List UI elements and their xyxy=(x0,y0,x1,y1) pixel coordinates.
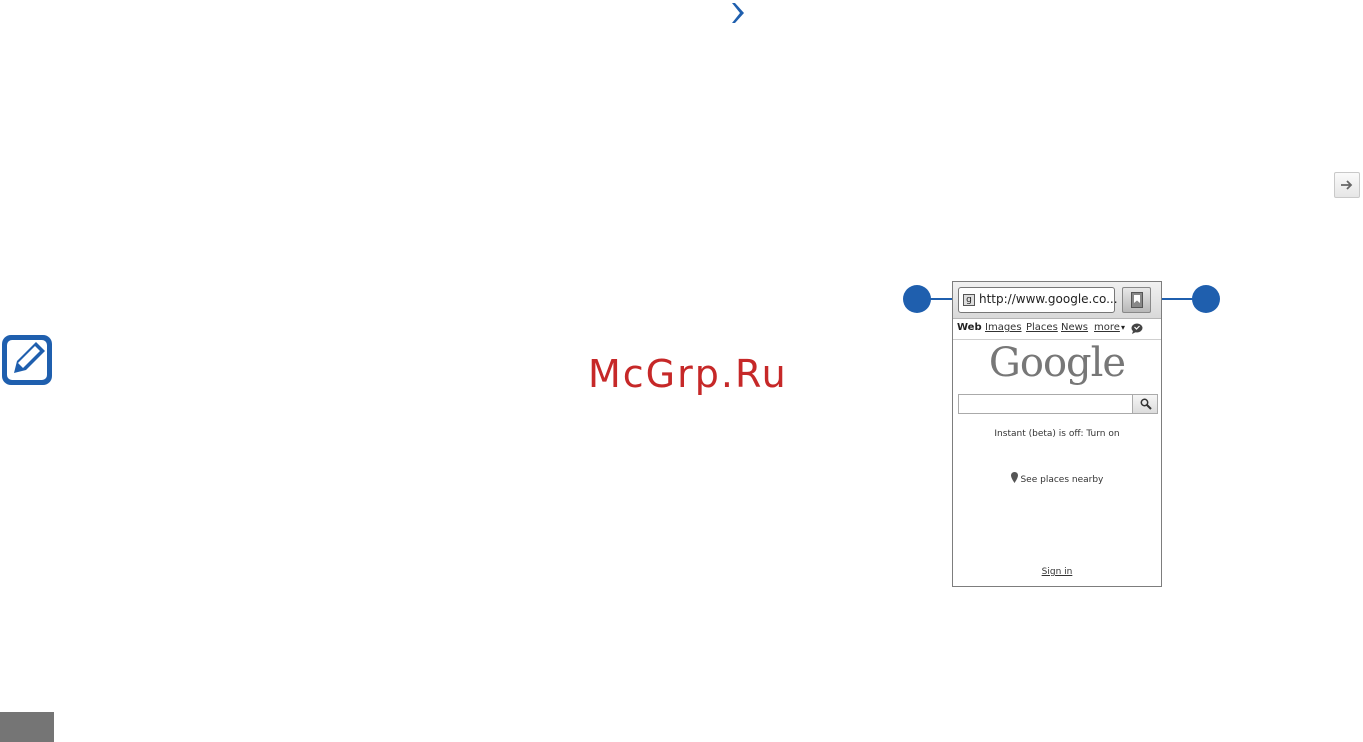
places-nearby-link[interactable]: See places nearby xyxy=(953,472,1161,485)
callout-1-marker xyxy=(903,285,931,313)
chat-bubble-icon[interactable] xyxy=(1131,323,1143,334)
google-nav-bar: Web Images Places News more ▾ xyxy=(957,322,1161,338)
bookmark-icon xyxy=(1131,292,1143,308)
search-button[interactable] xyxy=(1132,394,1158,414)
sign-in-link[interactable]: Sign in xyxy=(953,567,1161,577)
google-logo: Google xyxy=(988,340,1126,386)
address-bar: g http://www.google.co... xyxy=(953,282,1161,319)
page-number-tab xyxy=(0,712,54,742)
map-pin-icon xyxy=(1010,472,1018,483)
chevron-right-icon xyxy=(732,3,744,23)
url-field[interactable]: g http://www.google.co... xyxy=(958,287,1118,313)
note-pencil-icon xyxy=(2,335,52,385)
bookmarks-button[interactable] xyxy=(1122,287,1151,313)
callout-2-marker xyxy=(1192,285,1220,313)
search-input[interactable] xyxy=(958,394,1133,414)
nav-more[interactable]: more xyxy=(1094,322,1120,333)
search-icon xyxy=(1140,398,1152,410)
nav-images[interactable]: Images xyxy=(985,322,1022,333)
url-text: http://www.google.co... xyxy=(979,292,1118,306)
nav-news[interactable]: News xyxy=(1061,322,1088,333)
next-arrow-button xyxy=(1334,172,1360,198)
browser-screen: g http://www.google.co... Web Images Pla… xyxy=(952,281,1162,587)
more-dropdown-icon: ▾ xyxy=(1121,323,1126,332)
arrow-right-icon xyxy=(1341,180,1353,190)
places-nearby-label: See places nearby xyxy=(1020,475,1104,485)
favicon-icon: g xyxy=(963,294,975,306)
watermark: McGrp.Ru xyxy=(588,352,788,396)
nav-places[interactable]: Places xyxy=(1026,322,1058,333)
nav-web[interactable]: Web xyxy=(957,322,982,333)
instant-status-text[interactable]: Instant (beta) is off: Turn on xyxy=(953,429,1161,439)
